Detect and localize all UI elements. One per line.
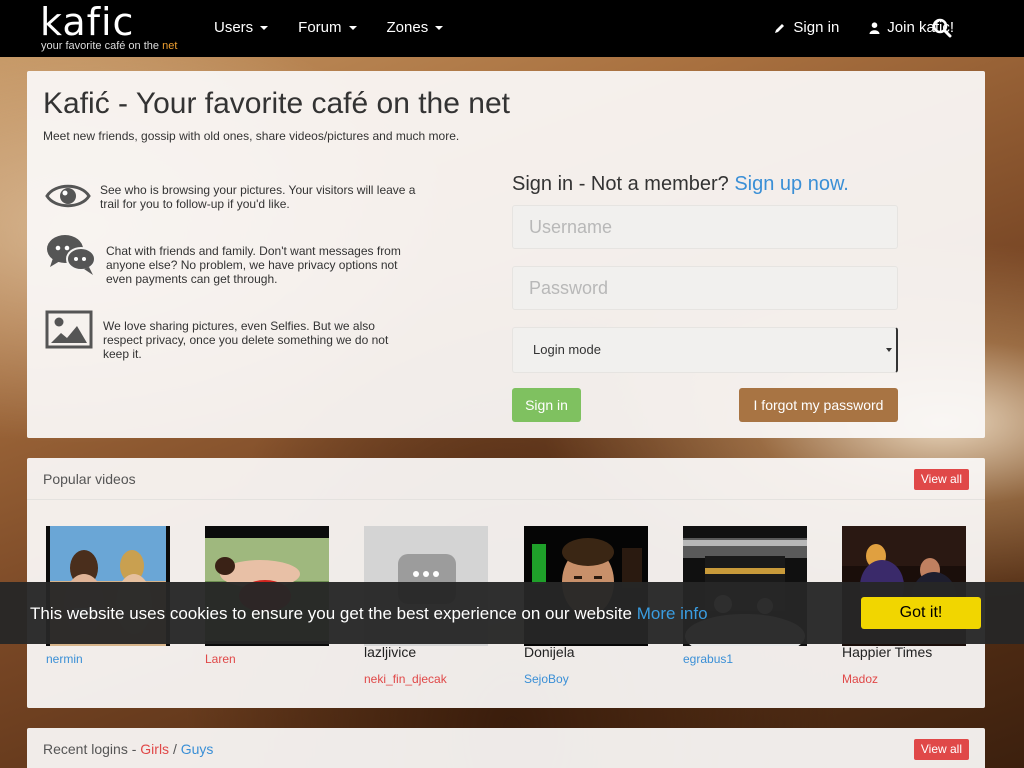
cookie-more-info-link[interactable]: More info: [637, 604, 708, 623]
video-uploader-link[interactable]: neki_fin_djecak: [364, 672, 447, 686]
video-uploader-link[interactable]: nermin: [46, 652, 83, 666]
password-input[interactable]: [512, 266, 898, 310]
caret-down-icon: [435, 25, 444, 30]
chat-icon: [47, 235, 96, 275]
main-menu: Users Forum Zones: [214, 19, 473, 36]
eye-icon: [45, 184, 91, 208]
top-navbar: kafic your favorite café on the net User…: [0, 0, 1024, 57]
signin-heading: Sign in - Not a member? Sign up now.: [512, 173, 849, 195]
video-title[interactable]: lazljivice: [364, 644, 416, 660]
panel-title: Popular videos: [43, 471, 136, 487]
page-subtitle: Meet new friends, gossip with old ones, …: [43, 129, 460, 143]
girls-filter-link[interactable]: Girls: [140, 741, 169, 757]
user-icon: [869, 21, 880, 34]
hero-panel: Kafić - Your favorite café on the net Me…: [27, 71, 985, 438]
nav-users-dropdown[interactable]: Users: [214, 19, 269, 36]
search-icon[interactable]: [932, 18, 952, 38]
logo-wordmark: kafic: [40, 0, 135, 44]
forgot-password-button[interactable]: I forgot my password: [739, 388, 898, 422]
logo-tagline: your favorite café on the net: [41, 40, 178, 52]
site-logo[interactable]: kafic your favorite café on the net: [40, 0, 190, 54]
video-title[interactable]: Donijela: [524, 644, 575, 660]
sign-in-button[interactable]: Sign in: [512, 388, 581, 422]
nav-zones-dropdown[interactable]: Zones: [387, 19, 444, 36]
caret-down-icon: [348, 25, 357, 30]
picture-icon: [45, 310, 93, 349]
login-mode-select[interactable]: Login mode: [512, 327, 898, 373]
cookie-banner: This website uses cookies to ensure you …: [0, 582, 1024, 644]
dropdown-arrow-icon: [886, 348, 892, 352]
video-uploader-link[interactable]: egrabus1: [683, 652, 733, 666]
guys-filter-link[interactable]: Guys: [181, 741, 214, 757]
account-menu: Sign in Join kafic!: [744, 19, 954, 36]
username-input[interactable]: [512, 205, 898, 249]
panel-header: Recent logins - Girls / Guys View all: [27, 728, 985, 768]
video-uploader-link[interactable]: SejoBoy: [524, 672, 569, 686]
nav-sign-in-link[interactable]: Sign in: [774, 19, 839, 36]
video-uploader-link[interactable]: Laren: [205, 652, 236, 666]
feature-text: We love sharing pictures, even Selfies. …: [103, 319, 389, 361]
page-title: Kafić - Your favorite café on the net: [43, 87, 510, 120]
pencil-icon: [775, 23, 785, 33]
caret-down-icon: [260, 25, 269, 30]
panel-title: Recent logins - Girls / Guys: [43, 741, 214, 757]
video-uploader-link[interactable]: Madoz: [842, 672, 878, 686]
panel-header: Popular videos View all: [27, 458, 985, 500]
signup-link[interactable]: Sign up now.: [734, 173, 849, 195]
cookie-message: This website uses cookies to ensure you …: [30, 604, 708, 623]
view-all-videos-button[interactable]: View all: [913, 469, 969, 490]
feature-text: Chat with friends and family. Don't want…: [106, 244, 401, 286]
video-title[interactable]: Happier Times: [842, 644, 932, 660]
feature-text: See who is browsing your pictures. Your …: [100, 183, 416, 211]
nav-forum-dropdown[interactable]: Forum: [298, 19, 357, 36]
view-all-logins-button[interactable]: View all: [913, 739, 969, 760]
cookie-accept-button[interactable]: Got it!: [861, 597, 981, 629]
recent-logins-panel: Recent logins - Girls / Guys View all: [27, 728, 985, 768]
